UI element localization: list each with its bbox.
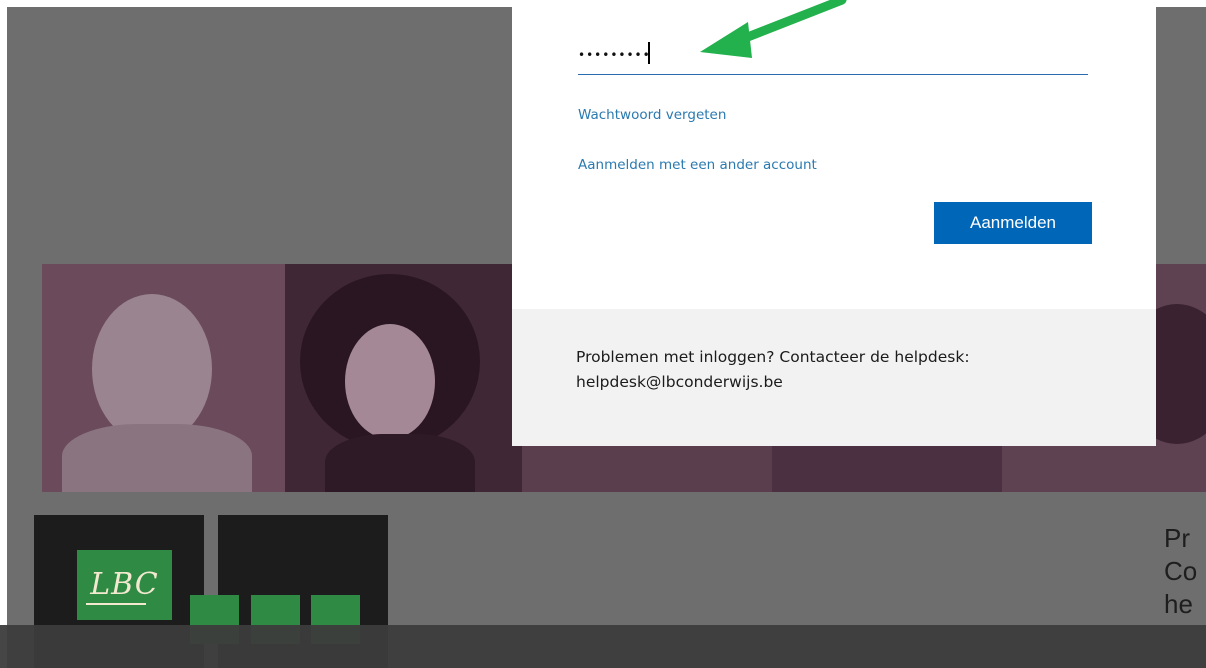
- lbc-logo-underline: [86, 603, 146, 605]
- forgot-password-link[interactable]: Wachtwoord vergeten: [578, 107, 726, 123]
- signin-dialog-body: Wachtwoord vergeten Aanmelden met een an…: [512, 0, 1156, 309]
- bottom-bar: [0, 625, 1206, 668]
- helpdesk-email: helpdesk@lbconderwijs.be: [576, 373, 783, 391]
- helpdesk-line-1: Problemen met inloggen? Contacteer de he…: [576, 348, 970, 366]
- helpdesk-text: Problemen met inloggen? Contacteer de he…: [576, 345, 1116, 395]
- other-account-link[interactable]: Aanmelden met een ander account: [578, 157, 817, 173]
- photo-person-1: [42, 264, 285, 492]
- side-text-line-1: Pr: [1164, 523, 1190, 553]
- lbc-logo: LBC: [77, 550, 172, 620]
- text-caret: [648, 42, 650, 64]
- side-text: Pr Co he: [1164, 522, 1197, 621]
- password-field[interactable]: [578, 36, 1088, 75]
- signin-dialog: Wachtwoord vergeten Aanmelden met een an…: [512, 0, 1156, 446]
- side-text-line-3: he: [1164, 589, 1193, 619]
- side-text-line-2: Co: [1164, 556, 1198, 586]
- photo-person-2: [285, 264, 522, 492]
- signin-button[interactable]: Aanmelden: [934, 202, 1092, 244]
